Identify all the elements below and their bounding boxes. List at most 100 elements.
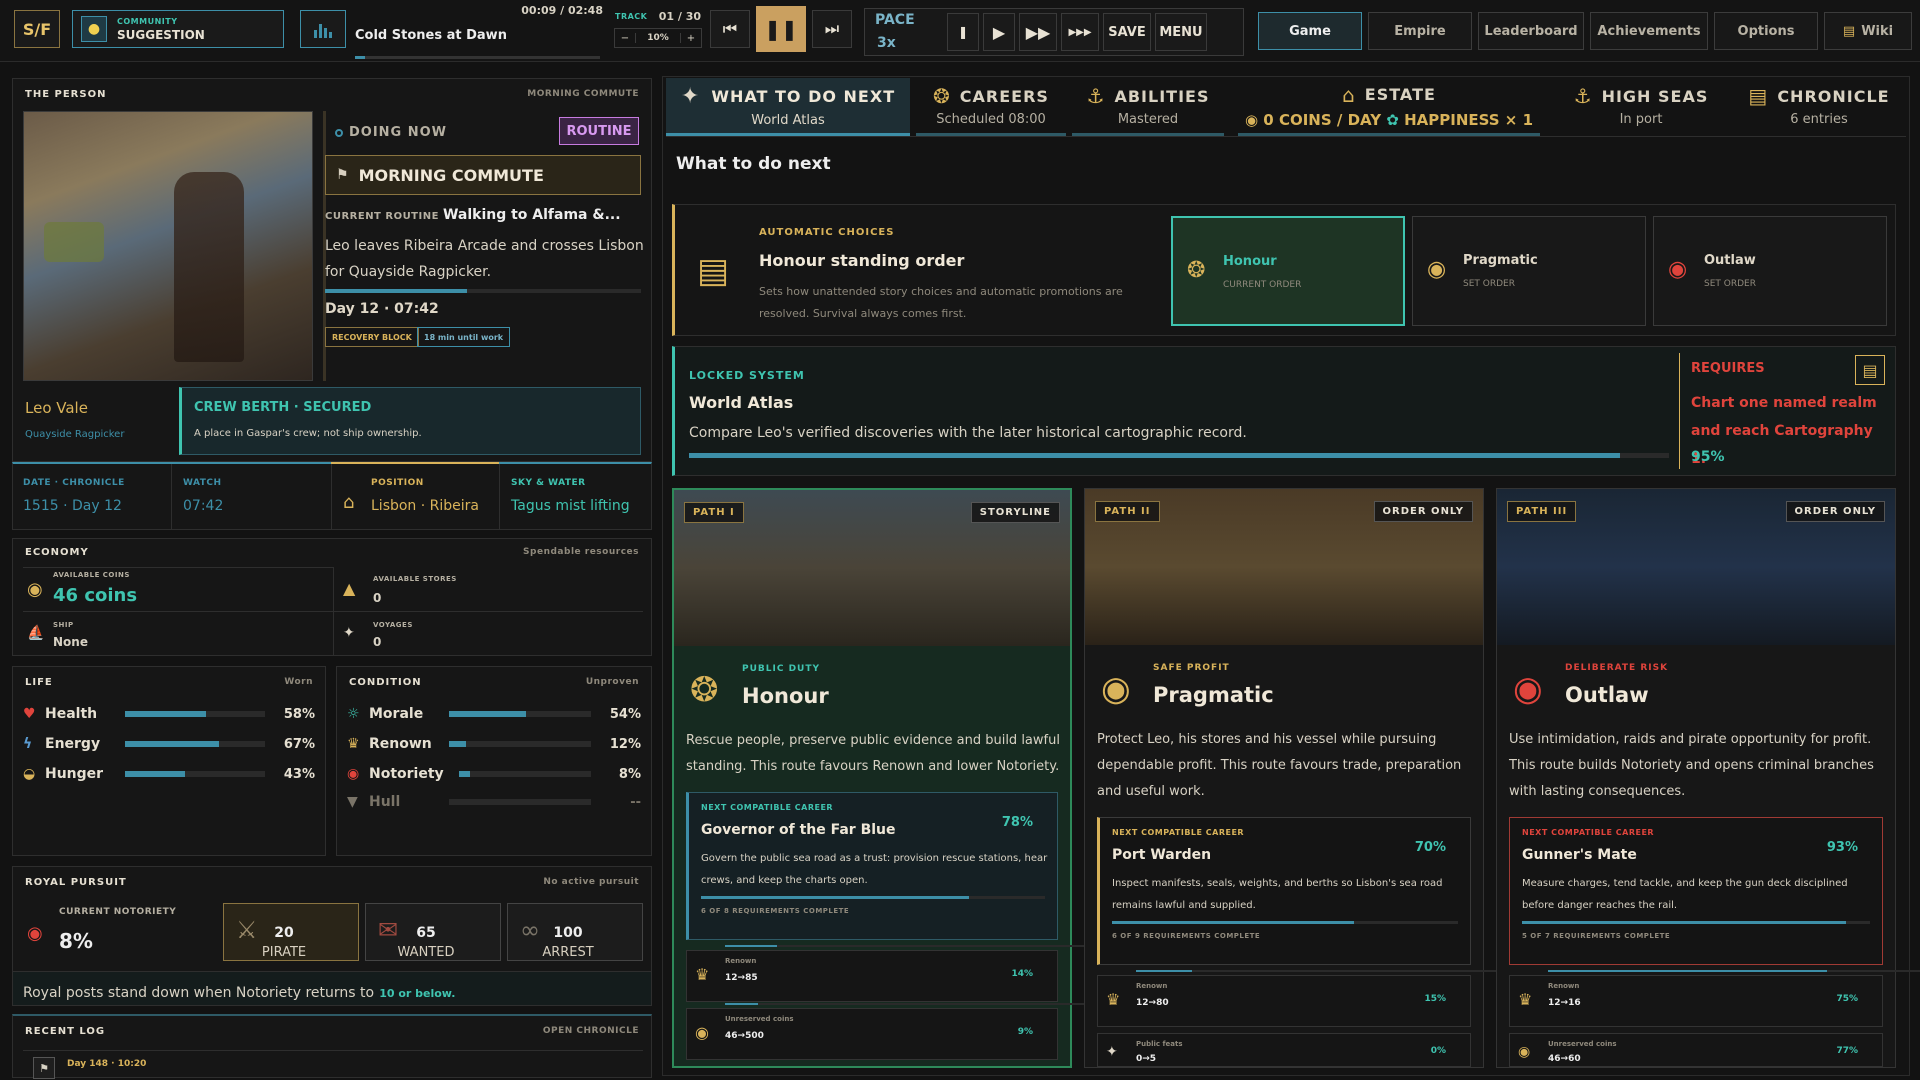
stores-value: 0 [373,591,382,605]
community-suggestion-button[interactable]: ● COMMUNITY SUGGESTION [72,10,284,48]
open-chronicle-link[interactable]: OPEN CHRONICLE [543,1026,639,1036]
tier-pirate[interactable]: ⚔ 20 PIRATE [223,903,359,961]
requirement-bar [725,945,1095,947]
pace-value: 3x [877,35,896,51]
nav-tab-empire[interactable]: Empire [1368,12,1472,50]
pause-button[interactable]: ❚❚ [756,6,806,52]
eye-icon: ◉ [27,923,43,944]
requirement-percent: 0% [1430,1046,1446,1056]
career-card[interactable]: NEXT COMPATIBLE CAREER 70% Port Warden I… [1097,817,1471,965]
medal-icon: ❂ [933,84,950,108]
stat-hunger: ◒ Hunger 43% [23,763,315,785]
order-status: SET ORDER [1463,279,1515,289]
requirement-bar [725,1003,1095,1005]
nav-tab-achievements[interactable]: Achievements [1590,12,1708,50]
track-title: Cold Stones at Dawn [355,28,507,43]
nav-tab-wiki[interactable]: ▤ Wiki [1824,12,1912,50]
voyages-label: VOYAGES [373,621,413,629]
pace-control: PACE 3x ❚ ▶ ▶▶ ▶▶▶ SAVE MENU [864,8,1244,56]
nav-tab-options[interactable]: Options [1714,12,1818,50]
order-status: CURRENT ORDER [1223,280,1302,290]
next-track-button[interactable]: ⏭ [812,10,852,48]
condition-header-right: Unproven [585,677,639,687]
eye-icon: ◉ [1668,257,1688,282]
coins-cell: AVAILABLE COINS 46 coins [53,571,137,606]
career-percent: 70% [1414,840,1446,855]
current-routine-label: CURRENT ROUTINE [325,211,439,222]
volume-minus-button[interactable]: − [615,33,635,44]
track-label: TRACK [615,12,648,21]
stat-health: ♥ Health 58% [23,703,315,725]
tier-arrest[interactable]: ∞ 100 ARREST [507,903,643,961]
path-kicker: PUBLIC DUTY [742,664,821,674]
stat-notoriety: ◉ Notoriety 8% [347,763,641,785]
logo-button[interactable]: S/F [14,10,60,48]
order-honour[interactable]: ❂ Honour CURRENT ORDER [1171,216,1405,326]
path-outlaw[interactable]: PATH III ORDER ONLY ◉ DELIBERATE RISK Ou… [1496,488,1920,1068]
order-name: Outlaw [1704,253,1756,268]
pursuit-header-right: No active pursuit [543,877,639,887]
requires-label: REQUIRES [1691,361,1765,376]
career-description: Govern the public sea road as a trust: p… [701,853,1048,886]
tab-what-to-do-next[interactable]: ✦ WHAT TO DO NEXT World Atlas [666,78,910,136]
tab-high-seas[interactable]: ⚓ HIGH SEAS In port [1556,78,1726,136]
tier-wanted[interactable]: ✉ 65 WANTED [365,903,501,961]
ship-value: None [53,635,88,649]
path-name: Outlaw [1565,683,1649,707]
economy-header: ECONOMY [25,547,89,558]
position-value: Lisbon · Ribeira [371,498,480,514]
tab-careers[interactable]: ❂ CAREERS Scheduled 08:00 [916,78,1066,136]
tier-threshold: 20 [274,925,294,941]
nav-tab-game[interactable]: Game [1258,12,1362,50]
previous-track-button[interactable]: ⏮ [710,10,750,48]
log-entry-time: Day 148 · 10:20 [67,1059,147,1069]
pace-pause-button[interactable]: ❚ [947,13,979,51]
routine-badge[interactable]: ROUTINE [559,117,639,145]
pace-1x-button[interactable]: ▶ [983,13,1015,51]
voyages-cell: VOYAGES 0 [373,621,413,649]
locked-system-card: LOCKED SYSTEM World Atlas Compare Leo's … [672,346,1896,476]
nav-tab-leaderboard[interactable]: Leaderboard [1478,12,1584,50]
stat-name: Health [45,706,98,722]
log-header: RECENT LOG [25,1026,106,1037]
coins-icon: ◉ [27,579,43,600]
info-strip: DATE · CHRONICLE 1515 · Day 12 WATCH 07:… [12,462,652,530]
tab-title: ESTATE [1364,85,1436,104]
path-honour[interactable]: PATH I STORYLINE ❂ PUBLIC DUTY Honour Re… [672,488,1095,1068]
career-card[interactable]: NEXT COMPATIBLE CAREER 78% Governor of t… [686,792,1058,940]
sky-label: SKY & WATER [511,478,586,488]
book-icon: ▤ [1842,23,1856,39]
requirement-percent: 14% [1011,969,1033,979]
pace-2x-button[interactable]: ▶▶ [1019,13,1057,51]
order-outlaw[interactable]: ◉ Outlaw SET ORDER [1653,216,1887,326]
character-portrait [23,111,313,381]
pace-3x-button[interactable]: ▶▶▶ [1061,13,1099,51]
condition-header: CONDITION [349,677,422,688]
tab-estate[interactable]: ⌂ ESTATE ◉ 0 COINS / DAY ✿ HAPPINESS × 1 [1238,78,1540,136]
voyages-value: 0 [373,635,382,649]
music-visualizer-button[interactable] [300,10,346,48]
career-card[interactable]: NEXT COMPATIBLE CAREER 93% Gunner's Mate… [1509,817,1883,965]
stat-name: Energy [45,736,101,752]
anchor-icon: ⚓ [1086,84,1105,108]
person-header-right: MORNING COMMUTE [527,89,639,99]
coin-purse-icon: ◉ [1101,669,1131,709]
auto-description: Sets how unattended story choices and au… [759,285,1123,320]
economy-panel: ECONOMY Spendable resources ◉ AVAILABLE … [12,538,652,656]
tab-abilities[interactable]: ⚓ ABILITIES Mastered [1072,78,1224,136]
tab-chronicle[interactable]: ▤ CHRONICLE 6 entries [1736,78,1902,136]
walking-icon: ⚑ [336,167,349,183]
path-pragmatic[interactable]: PATH II ORDER ONLY ◉ SAFE PROFIT Pragmat… [1084,488,1508,1068]
eye-icon: ◉ [1513,669,1543,709]
path-tag: PATH I [684,502,744,523]
volume-plus-button[interactable]: + [681,33,701,44]
track-progress[interactable] [355,56,600,59]
tab-subtitle: In port [1619,112,1663,127]
requirement-percent: 77% [1836,1046,1858,1056]
order-pragmatic[interactable]: ◉ Pragmatic SET ORDER [1412,216,1646,326]
requirement-range: 46→500 [725,1031,764,1041]
save-button[interactable]: SAVE [1103,13,1151,51]
book-icon: ▤ [1748,84,1768,108]
menu-button[interactable]: MENU [1155,13,1207,51]
nav-tab-label: Empire [1394,23,1446,39]
